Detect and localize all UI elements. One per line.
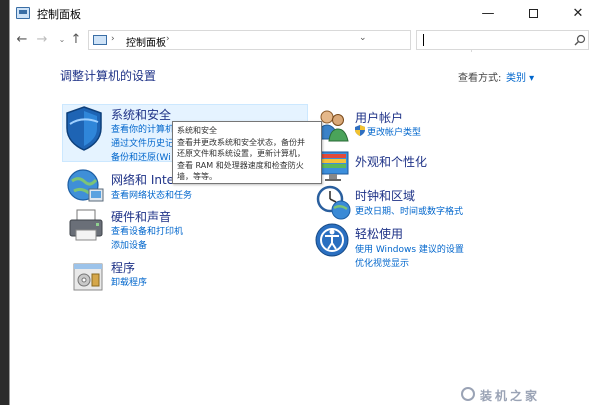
link-change-account-type[interactable]: 更改帐户类型 [367,125,421,138]
tooltip-line: 查看并更改系统和安全状态，备份并 [177,137,305,147]
watermark-text: 装机之家 [480,389,541,403]
search-box[interactable] [416,30,589,50]
text-caret [423,34,424,46]
link-change-date-time-format[interactable]: 更改日期、时间或数字格式 [355,204,463,217]
maximize-button[interactable] [510,0,556,28]
link-file-history[interactable]: 通过文件历史记 [111,136,174,149]
programs-icon[interactable] [70,258,106,294]
link-add-device[interactable]: 添加设备 [111,238,147,251]
shield-icon[interactable] [62,104,106,152]
control-panel-window: 控制面板 — ✕ ← → ⌄ ↑ › 控制面板 › ⌄ ↻ 调整计算机的设置 查… [9,0,600,405]
category-ease-of-access[interactable]: 轻松使用 [355,225,403,242]
search-icon[interactable] [574,34,586,46]
tooltip-line: 墙，等等。 [177,172,217,181]
maximize-icon [528,9,538,18]
control-panel-app-icon [16,7,30,19]
network-globe-icon[interactable] [65,167,105,205]
close-button[interactable]: ✕ [555,0,600,28]
printer-icon[interactable] [67,208,107,244]
view-by-label: 查看方式: [458,73,502,84]
address-bar[interactable]: › 控制面板 › ⌄ ↻ [88,30,486,52]
category-programs[interactable]: 程序 [111,259,135,276]
control-panel-address-icon [93,35,107,45]
breadcrumb-separator[interactable]: › [166,34,170,44]
view-by-dropdown[interactable]: 类别 ▾ [506,69,534,84]
link-backup-restore[interactable]: 备份和还原(Wi [111,150,171,163]
tooltip-system-security: 系统和安全 查看并更改系统和安全状态，备份并 还原文件和系统设置，更新计算机， … [172,121,322,184]
up-arrow-icon[interactable]: ↑ [68,31,84,49]
title-bar[interactable]: 控制面板 — ✕ [10,0,600,28]
page-heading: 调整计算机的设置 [60,69,157,83]
address-dropdown-icon[interactable]: ⌄ [359,33,367,43]
category-system-security[interactable]: 系统和安全 [111,106,171,123]
forward-arrow-icon[interactable]: → [34,31,50,49]
search-input[interactable] [421,33,561,47]
category-appearance-personalization[interactable]: 外观和个性化 [355,153,427,170]
category-hardware-sound[interactable]: 硬件和声音 [111,208,171,225]
breadcrumb-control-panel[interactable]: 控制面板 [126,34,166,49]
link-devices-printers[interactable]: 查看设备和打印机 [111,224,183,237]
tooltip-line: 还原文件和系统设置，更新计算机， [177,149,305,158]
minimize-button[interactable]: — [465,0,511,28]
clock-icon[interactable] [314,183,352,221]
link-uninstall-program[interactable]: 卸载程序 [111,275,147,288]
category-user-accounts[interactable]: 用户帐户 [355,109,403,126]
watermark-logo-icon [461,387,475,401]
navigation-bar: ← → ⌄ ↑ › 控制面板 › ⌄ ↻ [10,28,600,52]
breadcrumb-separator[interactable]: › [111,34,115,44]
category-clock-region[interactable]: 时钟和区域 [355,187,415,204]
link-network-status-tasks[interactable]: 查看网络状态和任务 [111,188,192,201]
link-optimize-visual-display[interactable]: 优化视觉显示 [355,256,409,269]
ease-of-access-icon[interactable] [314,222,350,258]
tooltip-line: 系统和安全 [177,126,217,135]
category-network-internet[interactable]: 网络和 Inte [111,171,174,188]
link-use-windows-recommended-settings[interactable]: 使用 Windows 建议的设置 [355,242,464,255]
window-title: 控制面板 [37,8,81,21]
tooltip-line: 查看 RAM 和处理器速度和检查防火 [177,160,304,170]
uac-shield-icon [355,125,365,136]
back-arrow-icon[interactable]: ← [14,31,30,49]
